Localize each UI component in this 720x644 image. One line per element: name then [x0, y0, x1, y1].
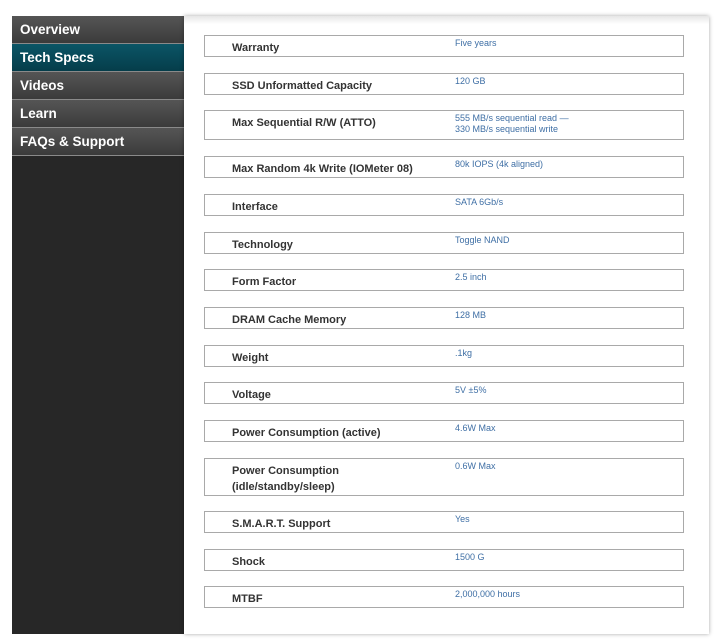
- spec-label-line: (idle/standby/sleep): [232, 481, 335, 493]
- spec-label: Interface: [232, 201, 278, 213]
- spec-value: 120 GB: [455, 76, 486, 86]
- spec-row-sequential-rw: Max Sequential R/W (ATTO) 555 MB/s seque…: [204, 110, 684, 140]
- spec-value-line: 555 MB/s sequential read —: [455, 113, 569, 123]
- spec-label: Form Factor: [232, 276, 297, 288]
- spec-value: 2.5 inch: [455, 272, 487, 282]
- spec-label-line: Power Consumption: [232, 465, 339, 477]
- page-frame: Overview Tech Specs Videos Learn FAQs & …: [12, 16, 709, 634]
- spec-row-form-factor: Form Factor 2.5 inch: [204, 269, 684, 291]
- spec-value: SATA 6Gb/s: [455, 197, 504, 207]
- spec-value: 128 MB: [455, 310, 487, 320]
- sidebar-nav: Overview Tech Specs Videos Learn FAQs & …: [12, 16, 184, 634]
- specs-panel: Warranty Five years SSD Unformatted Capa…: [184, 16, 709, 634]
- spec-value: Five years: [455, 38, 497, 48]
- spec-value: 4.6W Max: [455, 423, 496, 433]
- spec-value: 0.6W Max: [455, 461, 496, 471]
- spec-value: .1kg: [455, 348, 473, 358]
- nav-item-faqs-support[interactable]: FAQs & Support: [12, 128, 184, 156]
- spec-label: Voltage: [232, 389, 271, 401]
- spec-label: DRAM Cache Memory: [232, 314, 347, 326]
- spec-label: S.M.A.R.T. Support: [232, 518, 331, 530]
- spec-label: Technology: [232, 239, 293, 251]
- panel-top-shade: [184, 16, 709, 24]
- spec-value: 555 MB/s sequential read — 330 MB/s sequ…: [455, 113, 680, 135]
- nav-item-tech-specs[interactable]: Tech Specs: [12, 44, 184, 72]
- spec-row-warranty: Warranty Five years: [204, 35, 684, 57]
- spec-label: Max Random 4k Write (IOMeter 08): [232, 163, 413, 175]
- spec-row-power-active: Power Consumption (active) 4.6W Max: [204, 420, 684, 442]
- spec-row-weight: Weight .1kg: [204, 345, 684, 367]
- spec-row-capacity: SSD Unformatted Capacity 120 GB: [204, 73, 684, 95]
- spec-label: MTBF: [232, 593, 263, 605]
- spec-label: Power Consumption (active): [232, 427, 381, 439]
- spec-row-mtbf: MTBF 2,000,000 hours: [204, 586, 684, 608]
- spec-value: 2,000,000 hours: [455, 589, 521, 599]
- spec-row-power-idle: Power Consumption (idle/standby/sleep) 0…: [204, 458, 684, 496]
- spec-value: Yes: [455, 514, 470, 524]
- spec-label: Max Sequential R/W (ATTO): [232, 117, 376, 129]
- spec-label: SSD Unformatted Capacity: [232, 80, 372, 92]
- spec-value: 80k IOPS (4k aligned): [455, 159, 544, 169]
- spec-row-shock: Shock 1500 G: [204, 549, 684, 571]
- spec-value: Toggle NAND: [455, 235, 510, 245]
- spec-value: 1500 G: [455, 552, 485, 562]
- spec-row-technology: Technology Toggle NAND: [204, 232, 684, 254]
- spec-value-line: 330 MB/s sequential write: [455, 124, 559, 134]
- spec-label: Weight: [232, 352, 269, 364]
- nav-item-learn[interactable]: Learn: [12, 100, 184, 128]
- nav-item-overview[interactable]: Overview: [12, 16, 184, 44]
- spec-label: Shock: [232, 556, 266, 568]
- spec-label: Power Consumption (idle/standby/sleep): [232, 463, 432, 495]
- spec-row-random-write: Max Random 4k Write (IOMeter 08) 80k IOP…: [204, 156, 684, 178]
- spec-row-interface: Interface SATA 6Gb/s: [204, 194, 684, 216]
- spec-row-smart-support: S.M.A.R.T. Support Yes: [204, 511, 684, 533]
- nav-item-videos[interactable]: Videos: [12, 72, 184, 100]
- spec-row-dram-cache: DRAM Cache Memory 128 MB: [204, 307, 684, 329]
- spec-label: Warranty: [232, 42, 280, 54]
- spec-row-voltage: Voltage 5V ±5%: [204, 382, 684, 404]
- spec-value: 5V ±5%: [455, 385, 487, 395]
